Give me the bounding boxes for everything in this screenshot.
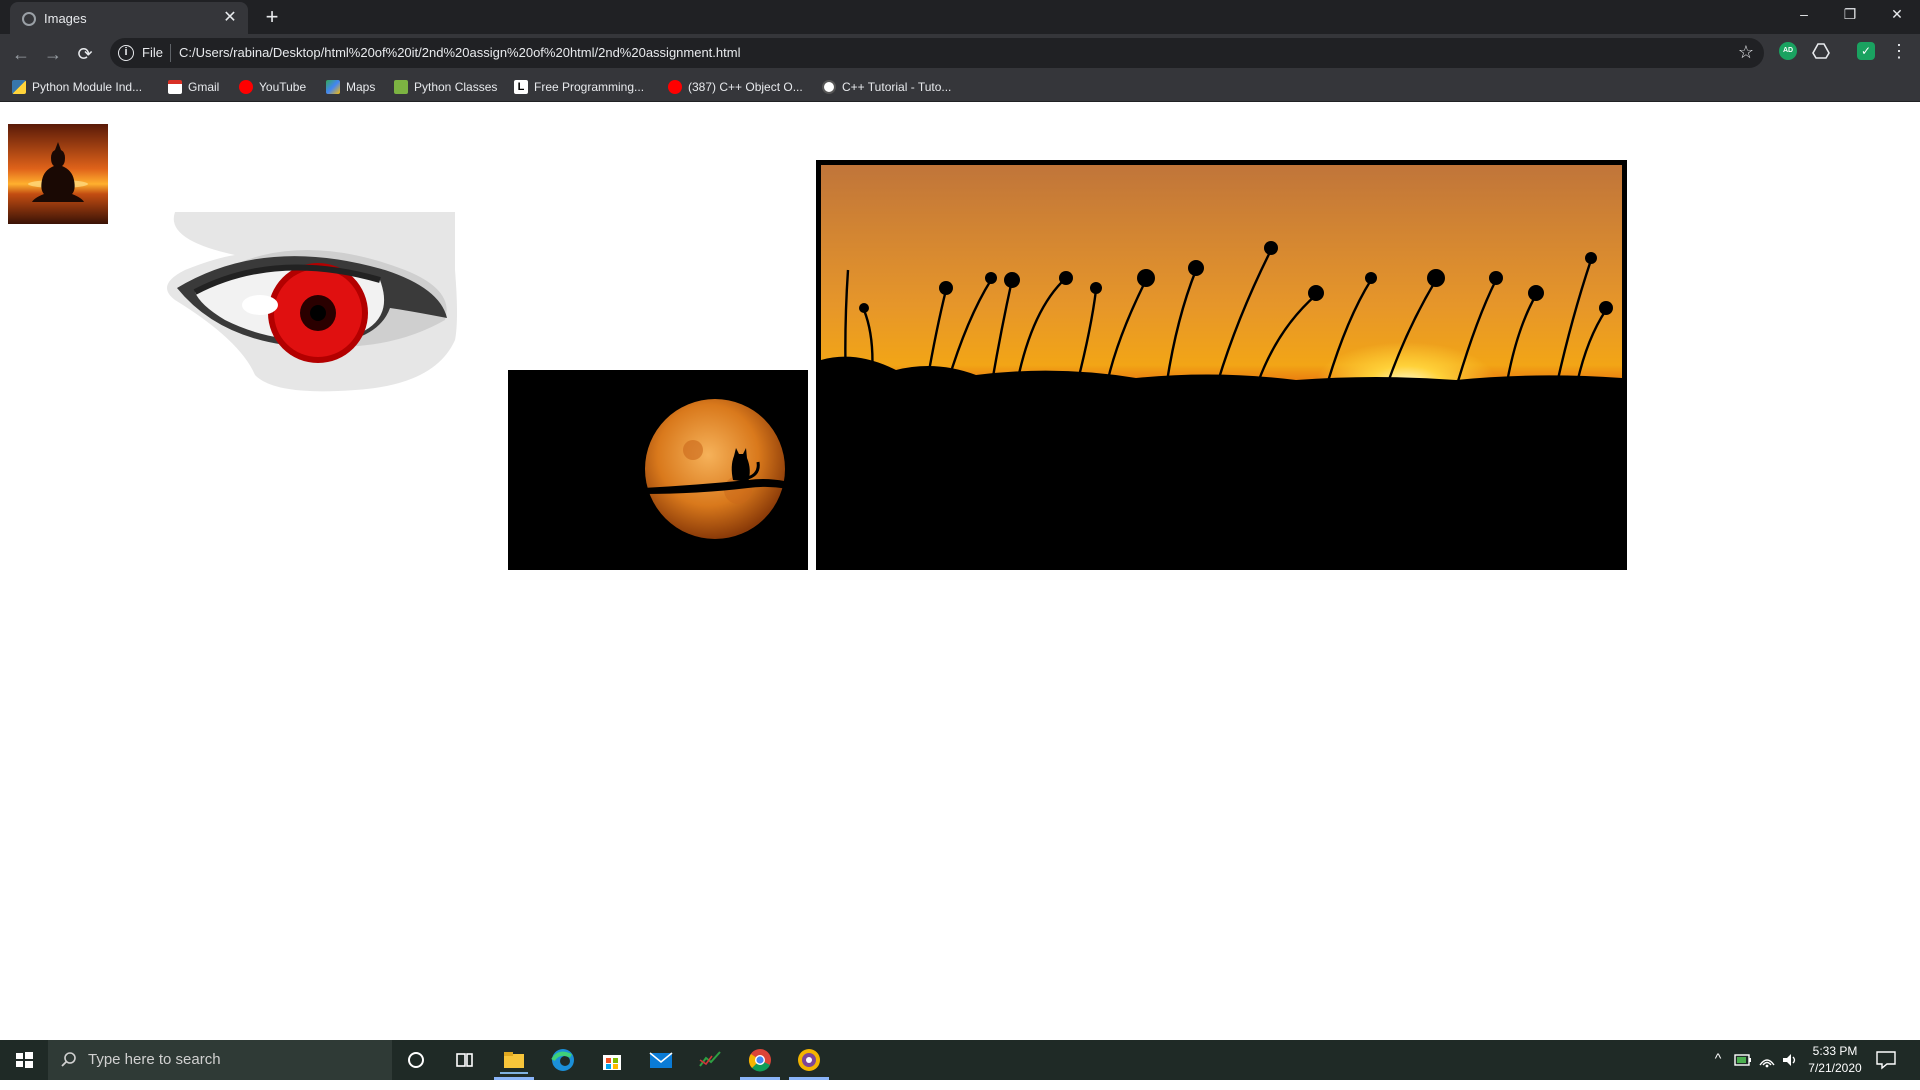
cortana-icon[interactable]	[402, 1046, 430, 1074]
scheme-label: File	[142, 45, 163, 60]
moon-cat-image	[508, 370, 808, 570]
youtube-icon	[668, 80, 682, 94]
tab-images[interactable]: Images ✕	[10, 2, 248, 34]
forward-button[interactable]: →	[40, 41, 66, 67]
file-explorer-icon[interactable]	[500, 1046, 528, 1074]
page-content	[0, 102, 1920, 1040]
bookmark-free-programming[interactable]: L Free Programming...	[514, 78, 644, 96]
battery-icon[interactable]	[1733, 1051, 1753, 1069]
address-bar[interactable]: i File C:/Users/rabina/Desktop/html%20of…	[110, 38, 1764, 68]
task-view-icon[interactable]	[450, 1046, 478, 1074]
bookmark-gmail[interactable]: Gmail	[168, 78, 219, 96]
bookmarks-bar: Python Module Ind... Gmail YouTube Maps …	[0, 72, 1920, 102]
adblock-extension-icon[interactable]: AD	[1779, 42, 1797, 60]
bookmark-star-icon[interactable]: ☆	[1738, 42, 1754, 63]
bookmark-label: Maps	[346, 80, 376, 94]
tab-title: Images	[44, 11, 87, 26]
bookmark-label: Gmail	[188, 80, 220, 94]
info-icon[interactable]: i	[118, 45, 134, 61]
clock-time: 5:33 PM	[1812, 1044, 1858, 1058]
minimize-button[interactable]: –	[1781, 0, 1827, 30]
python-icon	[12, 80, 26, 94]
bookmark-python-module[interactable]: Python Module Ind...	[12, 78, 142, 96]
clock-date: 7/21/2020	[1808, 1061, 1862, 1075]
chart-app-icon[interactable]	[696, 1046, 724, 1074]
l-icon: L	[514, 80, 528, 94]
bookmark-label: Free Programming...	[534, 80, 645, 94]
chrome-icon[interactable]	[746, 1046, 774, 1074]
meditation-sunset-image	[8, 124, 108, 224]
tray-expand-icon[interactable]: ^	[1710, 1050, 1726, 1090]
divider	[170, 44, 171, 62]
bookmark-label: YouTube	[259, 80, 307, 94]
bookmark-python-classes[interactable]: Python Classes	[394, 78, 497, 96]
tor-browser-icon[interactable]	[795, 1046, 823, 1074]
new-tab-button[interactable]: +	[260, 5, 284, 29]
menu-icon[interactable]: ⋮	[1889, 41, 1909, 62]
back-button[interactable]: ←	[8, 41, 34, 67]
url-text[interactable]: C:/Users/rabina/Desktop/html%20of%20it/2…	[179, 45, 740, 60]
browser-toolbar: ← → ⟳ i File C:/Users/rabina/Desktop/htm…	[0, 34, 1920, 72]
globe-icon	[22, 12, 36, 26]
bookmark-label: Python Classes	[414, 80, 498, 94]
shield-extension-icon[interactable]: ✓	[1857, 42, 1875, 60]
windows-taskbar: Type here to search ^ 5:33 PM 7/21/2020	[0, 1040, 1920, 1080]
mail-icon[interactable]	[647, 1046, 675, 1074]
bookmark-label: C++ Tutorial - Tuto...	[842, 80, 952, 94]
edge-icon[interactable]	[549, 1046, 577, 1074]
bookmark-label: Python Module Ind...	[32, 80, 143, 94]
drive-extension-icon[interactable]	[1812, 42, 1830, 60]
windows-logo-icon	[16, 1052, 33, 1068]
restore-button[interactable]: ❐	[1827, 0, 1873, 30]
taskbar-search[interactable]: Type here to search	[48, 1040, 392, 1080]
notification-center-icon[interactable]	[1874, 1049, 1898, 1071]
bookmark-maps[interactable]: Maps	[326, 78, 375, 96]
volume-icon[interactable]	[1780, 1051, 1800, 1069]
store-icon[interactable]	[598, 1046, 626, 1074]
sunset-flowers-image	[816, 160, 1627, 570]
bookmark-youtube[interactable]: YouTube	[239, 78, 306, 96]
bookmark-cpp-tutorial[interactable]: C++ Tutorial - Tuto...	[822, 78, 951, 96]
clock[interactable]: 5:33 PM 7/21/2020	[1802, 1043, 1868, 1083]
start-button[interactable]	[0, 1040, 48, 1080]
youtube-icon	[239, 80, 253, 94]
bookmark-cpp-object[interactable]: (387) C++ Object O...	[668, 78, 803, 96]
gmail-icon	[168, 80, 182, 94]
tab-strip: Images ✕ + – ❐ ✕	[0, 0, 1920, 34]
wifi-icon[interactable]	[1757, 1051, 1777, 1069]
reload-button[interactable]: ⟳	[72, 41, 98, 67]
bookmark-label: (387) C++ Object O...	[688, 80, 803, 94]
search-icon	[61, 1052, 76, 1067]
python-classes-icon	[394, 80, 408, 94]
cpp-icon	[822, 80, 836, 94]
maps-icon	[326, 80, 340, 94]
red-eye-image	[167, 212, 457, 392]
tab-close-icon[interactable]: ✕	[220, 8, 240, 28]
search-placeholder: Type here to search	[88, 1051, 221, 1068]
close-window-button[interactable]: ✕	[1874, 0, 1920, 30]
